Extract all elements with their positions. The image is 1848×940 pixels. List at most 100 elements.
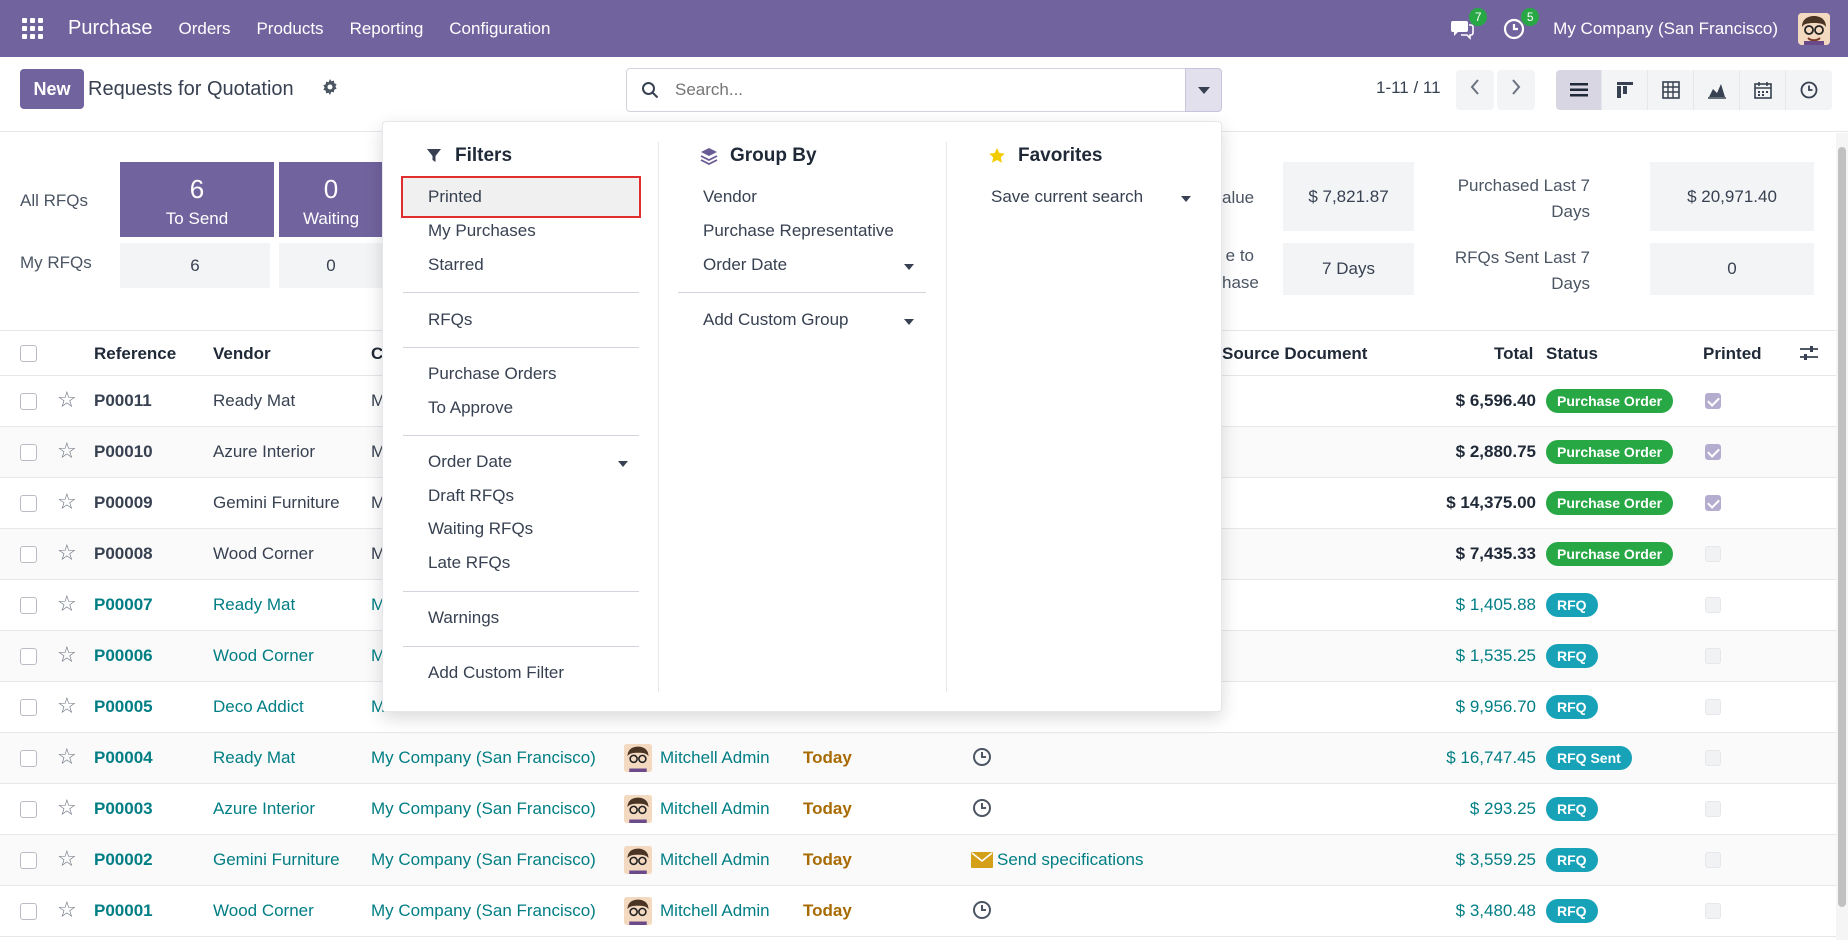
row-checkbox[interactable] <box>20 750 37 767</box>
purchased-last-7-label-1: Purchased Last 7 <box>1457 176 1590 195</box>
row-checkbox[interactable] <box>20 699 37 716</box>
column-printed[interactable]: Printed <box>1703 344 1762 364</box>
page-scrollbar[interactable] <box>1836 133 1848 940</box>
select-all-checkbox[interactable] <box>20 345 37 362</box>
row-reference[interactable]: P00007 <box>94 595 153 615</box>
my-to-send-count[interactable]: 6 <box>120 243 270 288</box>
filter-late-rfqs[interactable]: Late RFQs <box>428 553 510 573</box>
avatar[interactable] <box>1798 12 1830 45</box>
gear-icon[interactable] <box>322 79 338 100</box>
search-input[interactable] <box>675 80 1145 100</box>
menu-configuration[interactable]: Configuration <box>449 19 550 39</box>
row-reference[interactable]: P00008 <box>94 544 153 564</box>
row-reference[interactable]: P00002 <box>94 850 153 870</box>
column-reference[interactable]: Reference <box>94 344 176 364</box>
groupby-order-date[interactable]: Order Date <box>703 255 787 275</box>
groupby-vendor[interactable]: Vendor <box>703 187 757 207</box>
pager-value[interactable]: 1-11 / 11 <box>1376 78 1441 98</box>
pager-previous-button[interactable] <box>1456 70 1494 110</box>
menu-products[interactable]: Products <box>256 19 323 39</box>
list-view-icon[interactable] <box>1556 70 1602 110</box>
row-checkbox[interactable] <box>20 903 37 920</box>
star-icon[interactable]: ☆ <box>57 846 77 872</box>
search-bar[interactable] <box>626 68 1186 112</box>
row-reference[interactable]: P00001 <box>94 901 153 921</box>
row-buyer: Mitchell Admin <box>624 897 770 925</box>
printed-checkbox <box>1705 699 1721 715</box>
company-switcher[interactable]: My Company (San Francisco) <box>1553 19 1778 39</box>
filter-rfqs[interactable]: RFQs <box>428 310 472 330</box>
row-checkbox[interactable] <box>20 444 37 461</box>
row-checkbox[interactable] <box>20 801 37 818</box>
to-send-tile[interactable]: 6 To Send <box>120 162 274 237</box>
column-status[interactable]: Status <box>1546 344 1598 364</box>
chevron-right-icon <box>1510 78 1522 102</box>
row-reference[interactable]: P00010 <box>94 442 153 462</box>
row-checkbox[interactable] <box>20 648 37 665</box>
star-icon[interactable]: ☆ <box>57 897 77 923</box>
row-vendor: Azure Interior <box>213 442 316 461</box>
my-waiting-count[interactable]: 0 <box>279 243 383 288</box>
star-icon[interactable]: ☆ <box>57 795 77 821</box>
pivot-view-icon[interactable] <box>1648 70 1694 110</box>
app-brand[interactable]: Purchase <box>68 17 153 40</box>
clock-icon[interactable] <box>972 900 992 925</box>
row-checkbox[interactable] <box>20 852 37 869</box>
filter-waiting-rfqs[interactable]: Waiting RFQs <box>428 519 533 539</box>
table-row[interactable]: ☆ P00002 Gemini Furniture My Company (Sa… <box>0 835 1836 886</box>
new-button[interactable]: New <box>20 69 84 109</box>
column-total[interactable]: Total <box>1494 344 1533 364</box>
table-row[interactable]: ☆ P00004 Ready Mat My Company (San Franc… <box>0 733 1836 784</box>
row-checkbox[interactable] <box>20 393 37 410</box>
activity-view-icon[interactable] <box>1786 70 1832 110</box>
row-reference[interactable]: P00005 <box>94 697 153 717</box>
row-reference[interactable]: P00006 <box>94 646 153 666</box>
calendar-view-icon[interactable] <box>1740 70 1786 110</box>
pager-next-button[interactable] <box>1497 70 1535 110</box>
menu-orders[interactable]: Orders <box>179 19 231 39</box>
chat-icon[interactable]: 7 <box>1449 7 1488 42</box>
star-icon[interactable]: ☆ <box>57 744 77 770</box>
star-icon[interactable]: ☆ <box>57 387 77 413</box>
star-icon[interactable]: ☆ <box>57 540 77 566</box>
row-checkbox[interactable] <box>20 546 37 563</box>
column-source-document[interactable]: Source Document <box>1222 344 1367 364</box>
add-custom-group[interactable]: Add Custom Group <box>703 310 849 330</box>
row-reference[interactable]: P00003 <box>94 799 153 819</box>
column-vendor[interactable]: Vendor <box>213 344 271 364</box>
filter-order-date[interactable]: Order Date <box>428 452 512 472</box>
row-activity[interactable]: Send specifications <box>971 850 1143 870</box>
settings-sliders-icon[interactable] <box>1800 345 1818 366</box>
clock-icon[interactable] <box>972 747 992 772</box>
apps-icon[interactable] <box>22 17 44 40</box>
filter-warnings[interactable]: Warnings <box>428 608 499 628</box>
kanban-view-icon[interactable] <box>1602 70 1648 110</box>
graph-view-icon[interactable] <box>1694 70 1740 110</box>
save-current-search[interactable]: Save current search <box>991 187 1143 207</box>
star-icon[interactable]: ☆ <box>57 693 77 719</box>
row-reference[interactable]: P00011 <box>94 391 152 411</box>
star-icon[interactable]: ☆ <box>57 591 77 617</box>
filter-printed[interactable]: Printed <box>428 187 482 207</box>
clock-icon[interactable]: 5 <box>1501 7 1540 42</box>
row-reference[interactable]: P00004 <box>94 748 153 768</box>
row-checkbox[interactable] <box>20 495 37 512</box>
row-reference[interactable]: P00009 <box>94 493 153 513</box>
row-checkbox[interactable] <box>20 597 37 614</box>
add-custom-filter[interactable]: Add Custom Filter <box>428 663 564 683</box>
search-options-toggle[interactable] <box>1185 68 1222 112</box>
table-row[interactable]: ☆ P00001 Wood Corner My Company (San Fra… <box>0 886 1836 937</box>
menu-reporting[interactable]: Reporting <box>350 19 424 39</box>
filter-starred[interactable]: Starred <box>428 255 484 275</box>
clock-icon[interactable] <box>972 798 992 823</box>
star-icon[interactable]: ☆ <box>57 642 77 668</box>
filter-to-approve[interactable]: To Approve <box>428 398 513 418</box>
star-icon[interactable]: ☆ <box>57 489 77 515</box>
filter-draft-rfqs[interactable]: Draft RFQs <box>428 486 514 506</box>
star-icon[interactable]: ☆ <box>57 438 77 464</box>
waiting-tile[interactable]: 0 Waiting <box>279 162 383 237</box>
groupby-purchase-representative[interactable]: Purchase Representative <box>703 221 894 241</box>
filter-purchase-orders[interactable]: Purchase Orders <box>428 364 557 384</box>
filter-my-purchases[interactable]: My Purchases <box>428 221 536 241</box>
table-row[interactable]: ☆ P00003 Azure Interior My Company (San … <box>0 784 1836 835</box>
